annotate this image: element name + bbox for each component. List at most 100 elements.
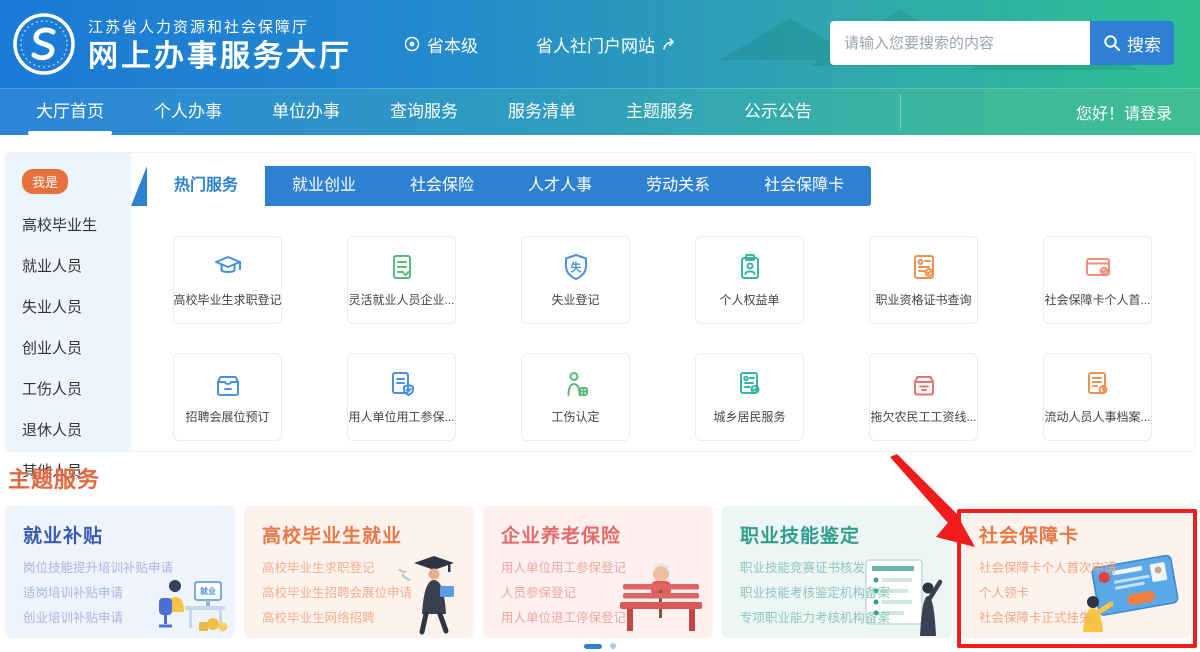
theme-card-graduate-employment[interactable]: 高校毕业生就业 高校毕业生求职登记 高校毕业生招聘会展位申请 高校毕业生网络招聘 <box>244 506 474 638</box>
theme-card-row: 就业补贴 岗位技能提升培训补贴申请 适岗培训补贴申请 创业培训补贴申请 就业 高… <box>5 506 1195 638</box>
graduation-cap-icon <box>213 252 243 282</box>
theme-card-link[interactable]: 人员参保登记 <box>501 582 651 601</box>
theme-card-enterprise-pension[interactable]: 企业养老保险 用人单位用工参保登记 人员参保登记 用人单位退工停保登记 <box>483 506 713 638</box>
tab-social-insurance[interactable]: 社会保险 <box>383 166 501 206</box>
nav-item-employer[interactable]: 单位办事 <box>258 88 354 135</box>
nav-item-theme-services[interactable]: 主题服务 <box>612 88 708 135</box>
portal-site-link[interactable]: 省人社门户网站 <box>536 32 679 57</box>
carousel-dot-active[interactable] <box>584 644 602 649</box>
region-selector[interactable]: 省本级 <box>404 32 478 57</box>
page: 江苏省人力资源和社会保障厅 网上办事服务大厅 省本级 省人社门户网站 <box>0 0 1200 652</box>
theme-card-link[interactable]: 高校毕业生求职登记 <box>262 557 412 576</box>
theme-card-link[interactable]: 专项职业能力考核机构备案 <box>740 607 890 626</box>
service-card-personnel-archives[interactable]: 流动人员人事档案... <box>1043 353 1152 441</box>
tab-talent[interactable]: 人才人事 <box>501 166 619 206</box>
service-label: 社会保障卡个人首... <box>1044 291 1150 308</box>
service-label: 灵活就业人员企业... <box>348 291 454 308</box>
services-tab-area: 热门服务 就业创业 社会保险 人才人事 劳动关系 社会保障卡 高校毕业生求职登记 <box>131 153 1194 451</box>
sidebar-item-unemployed[interactable]: 失业人员 <box>22 296 131 317</box>
theme-card-link[interactable]: 用人单位用工参保登记 <box>501 557 651 576</box>
sidebar-item-work-injured[interactable]: 工伤人员 <box>22 378 131 399</box>
theme-card-skill-appraisal[interactable]: 职业技能鉴定 职业技能竞赛证书核发 职业技能考核鉴定机构备案 专项职业能力考核机… <box>722 506 952 638</box>
nav-item-announcements[interactable]: 公示公告 <box>730 88 826 135</box>
theme-card-title: 就业补贴 <box>23 521 235 548</box>
theme-card-link[interactable]: 个人领卡 <box>979 582 1129 601</box>
header: 江苏省人力资源和社会保障厅 网上办事服务大厅 省本级 省人社门户网站 <box>0 0 1200 88</box>
external-link-icon <box>662 37 679 52</box>
service-label: 用人单位用工参保... <box>348 408 454 425</box>
service-card-graduate-job-registration[interactable]: 高校毕业生求职登记 <box>173 236 282 324</box>
carousel-dots <box>0 643 1200 649</box>
theme-section-title: 主题服务 <box>8 462 100 494</box>
theme-card-link[interactable]: 社会保障卡个人首次申请 <box>979 557 1129 576</box>
region-label: 省本级 <box>427 32 478 57</box>
svg-text:就业: 就业 <box>200 586 216 596</box>
service-card-grid: 高校毕业生求职登记 灵活就业人员企业... 失 失业登记 <box>131 236 1194 441</box>
sidebar-item-employed[interactable]: 就业人员 <box>22 255 131 276</box>
service-card-job-fair-booth[interactable]: 招聘会展位预订 <box>173 353 282 441</box>
theme-card-employment-subsidy[interactable]: 就业补贴 岗位技能提升培训补贴申请 适岗培训补贴申请 创业培训补贴申请 就业 <box>5 506 235 638</box>
theme-card-link[interactable]: 创业培训补贴申请 <box>23 607 173 626</box>
service-card-work-injury-determination[interactable]: 工伤认定 <box>521 353 630 441</box>
tab-social-security-card[interactable]: 社会保障卡 <box>737 166 871 206</box>
login-link[interactable]: 您好！请登录 <box>1076 100 1172 124</box>
theme-card-link[interactable]: 高校毕业生网络招聘 <box>262 607 412 626</box>
service-card-urban-rural-residents[interactable]: 城乡居民服务 <box>695 353 804 441</box>
theme-card-social-security-card[interactable]: 社会保障卡 社会保障卡个人首次申请 个人领卡 社会保障卡正式挂失 <box>961 506 1191 638</box>
theme-card-link[interactable]: 岗位技能提升培训补贴申请 <box>23 557 173 576</box>
portal-link-label: 省人社门户网站 <box>536 32 655 57</box>
carousel-dot[interactable] <box>610 643 616 649</box>
tab-employment[interactable]: 就业创业 <box>265 166 383 206</box>
role-sidebar: 我是 高校毕业生 就业人员 失业人员 创业人员 工伤人员 退休人员 其他人员 <box>6 153 131 451</box>
service-label: 城乡居民服务 <box>713 408 785 425</box>
site-search: 搜索 <box>830 21 1174 65</box>
main-nav: 大厅首页 个人办事 单位办事 查询服务 服务清单 主题服务 公示公告 您好！请登… <box>0 88 1200 135</box>
search-input[interactable] <box>830 21 1090 65</box>
theme-card-link[interactable]: 高校毕业生招聘会展位申请 <box>262 582 412 601</box>
nav-item-query[interactable]: 查询服务 <box>376 88 472 135</box>
service-label: 失业登记 <box>551 291 599 308</box>
wage-box-icon <box>909 369 939 399</box>
clipboard-icon <box>735 252 765 282</box>
service-label: 高校毕业生求职登记 <box>174 291 282 308</box>
hot-services-panel: 我是 高校毕业生 就业人员 失业人员 创业人员 工伤人员 退休人员 其他人员 热… <box>5 152 1195 452</box>
service-label: 职业资格证书查询 <box>875 291 971 308</box>
booth-box-icon <box>213 369 243 399</box>
tab-labor-relations[interactable]: 劳动关系 <box>619 166 737 206</box>
site-title: 网上办事服务大厅 <box>88 40 352 73</box>
search-button[interactable]: 搜索 <box>1090 21 1174 65</box>
unemployment-shield-icon: 失 <box>561 252 591 282</box>
injured-person-icon <box>561 369 591 399</box>
tab-hot-services[interactable]: 热门服务 <box>147 166 265 206</box>
document-icon <box>387 252 417 282</box>
services-tab-strip: 热门服务 就业创业 社会保险 人才人事 劳动关系 社会保障卡 <box>131 166 871 206</box>
location-icon <box>404 36 420 52</box>
service-card-certificate-query[interactable]: 职业资格证书查询 <box>869 236 978 324</box>
bank-card-icon <box>1083 252 1113 282</box>
archive-document-icon <box>1083 369 1113 399</box>
sidebar-item-retired[interactable]: 退休人员 <box>22 419 131 440</box>
service-card-flexible-employment[interactable]: 灵活就业人员企业... <box>347 236 456 324</box>
theme-card-link[interactable]: 职业技能考核鉴定机构备案 <box>740 582 890 601</box>
theme-card-title: 职业技能鉴定 <box>740 521 952 548</box>
service-label: 拖欠农民工工资线... <box>870 408 976 425</box>
theme-card-title: 企业养老保险 <box>501 521 713 548</box>
theme-card-link[interactable]: 用人单位退工停保登记 <box>501 607 651 626</box>
svg-text:失: 失 <box>570 260 582 274</box>
role-badge: 我是 <box>22 169 68 194</box>
service-card-unemployment-registration[interactable]: 失 失业登记 <box>521 236 630 324</box>
nav-item-personal[interactable]: 个人办事 <box>140 88 236 135</box>
theme-card-title: 社会保障卡 <box>979 521 1191 548</box>
sidebar-item-entrepreneur[interactable]: 创业人员 <box>22 337 131 358</box>
sidebar-item-graduate[interactable]: 高校毕业生 <box>22 214 131 235</box>
nav-item-home[interactable]: 大厅首页 <box>22 88 118 135</box>
service-card-employer-insurance[interactable]: 用人单位用工参保... <box>347 353 456 441</box>
theme-card-link[interactable]: 适岗培训补贴申请 <box>23 582 173 601</box>
theme-card-link[interactable]: 职业技能竞赛证书核发 <box>740 557 890 576</box>
service-card-personal-rights-statement[interactable]: 个人权益单 <box>695 236 804 324</box>
nav-item-service-list[interactable]: 服务清单 <box>494 88 590 135</box>
theme-card-link[interactable]: 社会保障卡正式挂失 <box>979 607 1129 626</box>
service-card-social-card-first-apply[interactable]: 社会保障卡个人首... <box>1043 236 1152 324</box>
site-branding: 江苏省人力资源和社会保障厅 网上办事服务大厅 <box>88 16 352 73</box>
service-card-wage-arrears-clue[interactable]: 拖欠农民工工资线... <box>869 353 978 441</box>
